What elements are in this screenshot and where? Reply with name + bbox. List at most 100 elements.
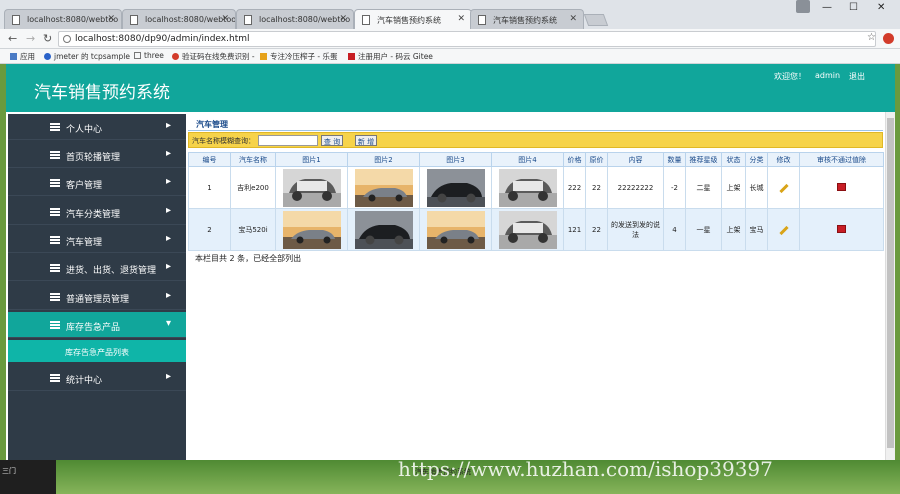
cell-stars: 一星	[685, 208, 722, 251]
extension-icon[interactable]	[883, 33, 894, 44]
bookmarks-bar: 应用 jmeter 的 tcpsample three 验证码在线免费识别 - …	[0, 49, 900, 64]
url-input[interactable]: localhost:8080/dp90/admin/index.html	[58, 31, 876, 47]
car-photo-white-interior[interactable]	[498, 168, 557, 207]
bookmark-shop[interactable]: 专注冷压榨子 - 乐蛋	[260, 51, 337, 62]
bookmark-jmeter[interactable]: jmeter 的 tcpsample	[44, 51, 130, 62]
column-header: 图片4	[491, 152, 564, 167]
pencil-edit-icon[interactable]	[778, 225, 789, 235]
column-header: 编号	[188, 152, 231, 167]
minimize-icon[interactable]: —	[822, 2, 832, 13]
car-table: 编号 汽车名称 图片1 图片2 图片3 图片4 价格 原价 内容 数量 推荐星级…	[188, 152, 884, 251]
add-button[interactable]: 新 增	[355, 135, 377, 146]
close-icon[interactable]: ✕	[339, 14, 347, 24]
chevron-right-icon: ▸	[166, 148, 172, 159]
site-icon	[172, 53, 179, 60]
info-icon	[63, 35, 71, 43]
chevron-right-icon: ▸	[166, 233, 172, 244]
search-label: 汽车名称模糊查询：	[192, 137, 255, 145]
page-icon	[478, 15, 486, 25]
close-icon[interactable]: ✕	[457, 14, 465, 24]
cell-name: 宝马520i	[230, 208, 276, 251]
chevron-right-icon: ▸	[166, 371, 172, 382]
bookmark-apps[interactable]: 应用	[10, 51, 35, 62]
menu-list-icon	[50, 264, 60, 272]
sidebar-item-cars[interactable]: 汽车管理 ▸	[8, 227, 186, 253]
watermark: https://www.huzhan.com/ishop39397	[398, 457, 773, 481]
car-photo-sunset[interactable]	[282, 210, 341, 249]
close-icon[interactable]: ✕	[221, 14, 229, 24]
chevron-right-icon: ▸	[166, 261, 172, 272]
browser-tab-2[interactable]: localhost:8080/webtoo ✕	[122, 9, 236, 29]
menu-list-icon	[50, 293, 60, 301]
search-bar: 汽车名称模糊查询： 查 询 新 增	[188, 132, 883, 148]
car-photo-black-sedan[interactable]	[426, 168, 485, 207]
browser-tab-3[interactable]: localhost:8080/webtoo ✕	[236, 9, 354, 29]
reload-icon[interactable]: ↻	[43, 32, 52, 45]
car-photo-sunset[interactable]	[426, 210, 485, 249]
cell-content: 22222222	[607, 166, 664, 209]
cell-image-3	[419, 166, 492, 209]
apps-grid-icon	[10, 53, 17, 60]
user-profile-icon[interactable]	[796, 0, 810, 13]
new-tab-button[interactable]	[583, 14, 609, 26]
scrollbar-thumb[interactable]	[887, 118, 894, 448]
vertical-scrollbar[interactable]	[885, 112, 895, 460]
delete-icon[interactable]	[837, 224, 846, 233]
car-photo-white-interior[interactable]	[498, 210, 557, 249]
bookmark-star-icon[interactable]: ☆	[867, 32, 876, 43]
bookmark-three[interactable]: three	[134, 51, 164, 60]
shield-icon	[44, 53, 51, 60]
logout-link[interactable]: 退出	[849, 71, 865, 82]
sidebar-item-car-category[interactable]: 汽车分类管理 ▸	[8, 199, 186, 225]
car-photo-black-sedan[interactable]	[354, 210, 413, 249]
query-button[interactable]: 查 询	[321, 135, 343, 146]
page-icon	[130, 15, 138, 25]
chevron-right-icon: ▸	[166, 205, 172, 216]
cell-status: 上架	[721, 166, 746, 209]
sidebar-item-customers[interactable]: 客户管理 ▸	[8, 170, 186, 196]
sidebar-subitem-low-stock-list[interactable]: 库存告急产品列表	[8, 340, 186, 362]
window-close-icon[interactable]: ✕	[877, 2, 885, 13]
page-icon	[362, 15, 370, 25]
sidebar-item-profile[interactable]: 个人中心 ▸	[8, 114, 186, 140]
forward-icon[interactable]: →	[26, 32, 35, 45]
close-icon[interactable]: ✕	[107, 14, 115, 24]
browser-tab-1[interactable]: localhost:8080/webtoo ✕	[4, 9, 122, 29]
taskbar-item[interactable]: 三门	[0, 460, 56, 494]
bookmark-gitee[interactable]: 注册用户 - 码云 Gitee	[348, 51, 433, 62]
cell-image-3	[419, 208, 492, 251]
sidebar-item-admins[interactable]: 普通管理员管理 ▸	[8, 284, 186, 310]
app-window: 汽车销售预约系统 欢迎您！ admin 退出 个人中心 ▸ 首页轮播管理 ▸ 客户管…	[6, 64, 895, 460]
page-icon	[134, 52, 141, 59]
back-icon[interactable]: ←	[8, 32, 17, 45]
address-bar-row: ← → ↻ localhost:8080/dp90/admin/index.ht…	[0, 29, 900, 49]
current-user: admin	[815, 71, 841, 80]
sidebar-item-statistics[interactable]: 统计中心 ▸	[8, 365, 186, 391]
bookmark-captcha[interactable]: 验证码在线免费识别 -	[172, 51, 255, 62]
cell-content: 的发送到发的说法	[607, 208, 664, 251]
table-row: 1 吉利e200 222 22 22222222 -2 二星 上架 长城	[188, 166, 884, 209]
tab-strip: localhost:8080/webtoo ✕ localhost:8080/we…	[0, 0, 900, 29]
maximize-icon[interactable]: ☐	[849, 2, 858, 13]
cell-image-1	[275, 166, 348, 209]
breadcrumb: 汽车管理	[196, 120, 228, 129]
car-photo-white-interior[interactable]	[282, 168, 341, 207]
column-header: 数量	[663, 152, 686, 167]
car-photo-sunset[interactable]	[354, 168, 413, 207]
column-header: 审核不通过值除	[799, 152, 884, 167]
column-header: 图片1	[275, 152, 348, 167]
cell-image-1	[275, 208, 348, 251]
car-name-search-input[interactable]	[258, 135, 318, 146]
browser-tab-5[interactable]: 汽车销售预约系统 ✕	[470, 9, 584, 29]
close-icon[interactable]: ✕	[569, 14, 577, 24]
sidebar-item-low-stock[interactable]: 库存告急产品 ▾	[8, 312, 186, 338]
menu-list-icon	[50, 321, 60, 329]
column-header: 分类	[745, 152, 768, 167]
delete-icon[interactable]	[837, 182, 846, 191]
browser-tab-4[interactable]: 汽车销售预约系统 ✕	[354, 9, 472, 29]
sidebar-item-carousel[interactable]: 首页轮播管理 ▸	[8, 142, 186, 168]
sidebar-item-stock-flow[interactable]: 进货、出货、退货管理 ▸	[8, 255, 186, 281]
site-icon	[260, 53, 267, 60]
pencil-edit-icon[interactable]	[778, 183, 789, 193]
cell-price: 222	[563, 166, 586, 209]
